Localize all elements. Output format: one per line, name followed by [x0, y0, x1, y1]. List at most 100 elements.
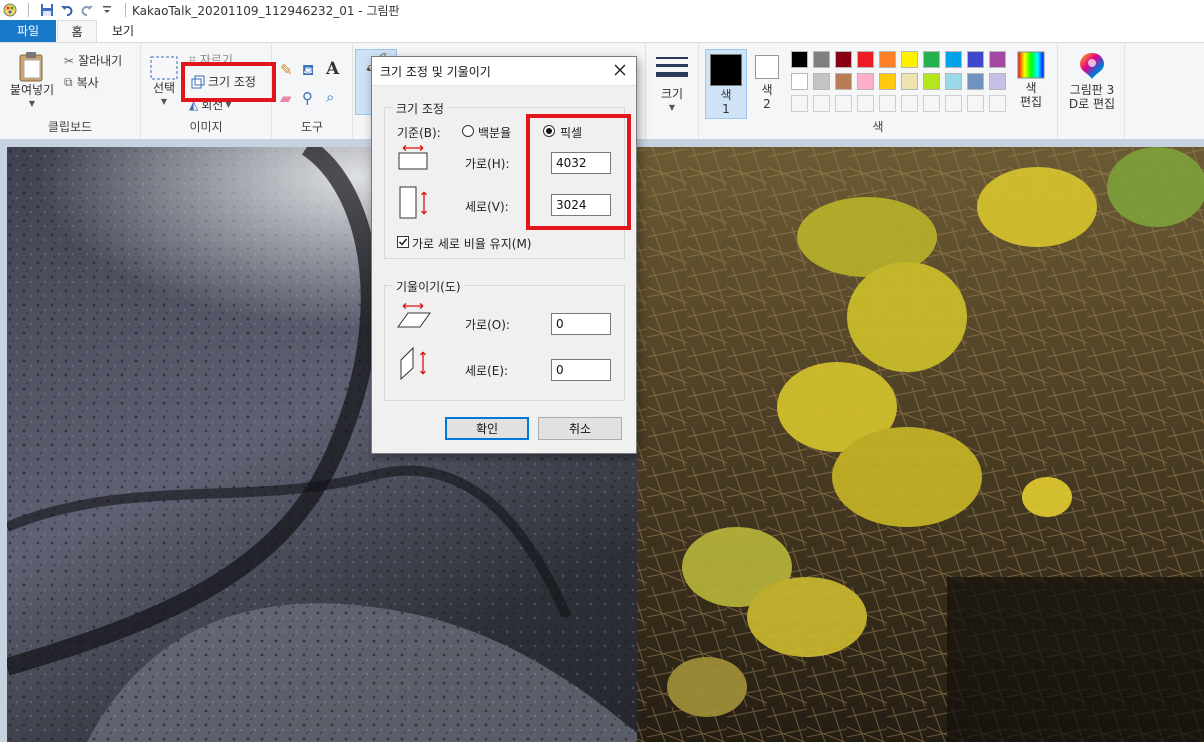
separator [125, 3, 126, 17]
resize-highlight-box [181, 62, 276, 102]
custom-color-slot[interactable] [835, 95, 852, 112]
skew-legend: 기울이기(도) [393, 278, 464, 295]
undo-icon[interactable] [59, 2, 75, 18]
paint-app-icon [2, 2, 18, 18]
ok-button[interactable]: 확인 [445, 417, 529, 440]
paste-icon [19, 52, 43, 82]
color-swatch[interactable] [989, 51, 1006, 68]
edit-colors-button[interactable]: 색 편집 [1011, 51, 1051, 109]
color2-button[interactable]: 색 2 [751, 51, 783, 111]
color-swatch[interactable] [923, 73, 940, 90]
customize-toolbar-icon[interactable] [99, 2, 115, 18]
custom-color-slot[interactable] [989, 95, 1006, 112]
magnifier-icon[interactable]: ⌕ [326, 88, 334, 106]
color-swatch[interactable] [813, 51, 830, 68]
custom-color-slot[interactable] [791, 95, 808, 112]
color2-label: 색 2 [761, 83, 773, 111]
quick-access-toolbar [0, 2, 132, 18]
color-swatch[interactable] [945, 73, 962, 90]
resize-legend: 크기 조정 [393, 100, 447, 117]
color1-button[interactable]: 색 1 [705, 49, 747, 119]
skew-vertical-input[interactable] [551, 359, 611, 381]
vertical-skew-icon [400, 346, 426, 380]
custom-color-slot[interactable] [813, 95, 830, 112]
keep-ratio-checkbox[interactable] [397, 236, 409, 248]
color-swatch[interactable] [989, 73, 1006, 90]
paint3d-icon [1080, 53, 1104, 79]
custom-color-slot[interactable] [967, 95, 984, 112]
text-tool-icon[interactable]: A [326, 59, 339, 79]
custom-color-slot[interactable] [901, 95, 918, 112]
paint3d-group: 그림판 3 D로 편집 [1058, 43, 1125, 139]
color1-label: 색 1 [720, 88, 732, 116]
color2-swatch [755, 55, 779, 79]
save-icon[interactable] [39, 2, 55, 18]
select-button[interactable]: 선택 ▼ [147, 55, 181, 109]
image-group-label: 이미지 [189, 120, 223, 134]
clipboard-group-label: 클립보드 [47, 120, 93, 134]
dialog-title-bar: 크기 조정 및 기울이기 [372, 57, 636, 86]
color-swatch[interactable] [857, 73, 874, 90]
keep-ratio-label[interactable]: 가로 세로 비율 유지(M) [412, 235, 531, 252]
copy-icon: ⧉ [64, 75, 73, 89]
custom-color-slot[interactable] [879, 95, 896, 112]
color-swatch[interactable] [791, 51, 808, 68]
color-picker-icon[interactable]: ⚲ [302, 89, 313, 107]
vertical-resize-icon [399, 186, 427, 219]
skew-horizontal-label: 가로(O): [465, 318, 510, 332]
color-swatch[interactable] [945, 51, 962, 68]
color-swatch[interactable] [901, 51, 918, 68]
paste-label: 붙여넣기 [9, 83, 55, 97]
line-width-icon [656, 57, 688, 77]
color-swatch[interactable] [835, 73, 852, 90]
skew-fieldset: 기울이기(도) 가로(O): 세로(E): [384, 278, 625, 401]
color-swatch[interactable] [879, 51, 896, 68]
title-bar: KakaoTalk_20201109_112946232_01 - 그림판 [0, 0, 1204, 20]
redo-icon[interactable] [79, 2, 95, 18]
select-icon [150, 56, 178, 80]
custom-color-slot[interactable] [923, 95, 940, 112]
clipboard-group: 붙여넣기 ▼ ✂ 잘라내기 ⧉ 복사 클립보드 [0, 43, 141, 139]
copy-button[interactable]: ⧉ 복사 [64, 74, 99, 91]
skew-horizontal-input[interactable] [551, 313, 611, 335]
color-swatch[interactable] [923, 51, 940, 68]
close-icon[interactable] [610, 60, 630, 80]
color-swatch[interactable] [901, 73, 918, 90]
colors-group: 색 1 색 2 색 편집 색 [699, 43, 1058, 139]
custom-color-slot[interactable] [945, 95, 962, 112]
checkmark-icon [399, 238, 408, 246]
color-swatch[interactable] [967, 51, 984, 68]
horizontal-label: 가로(H): [465, 157, 510, 171]
custom-color-slot[interactable] [857, 95, 874, 112]
color-swatch[interactable] [791, 73, 808, 90]
colors-group-label: 색 [872, 120, 884, 134]
scissors-icon: ✂ [64, 53, 75, 68]
cut-button[interactable]: ✂ 잘라내기 [64, 52, 122, 69]
tools-group: ✎ ⛾ A ▰ ⚲ ⌕ 도구 [272, 43, 353, 139]
cancel-button[interactable]: 취소 [538, 417, 622, 440]
paste-button[interactable]: 붙여넣기 ▼ [6, 51, 58, 111]
pencil-icon[interactable]: ✎ [280, 61, 293, 79]
percent-label[interactable]: 백분율 [478, 124, 511, 141]
fill-bucket-icon[interactable]: ⛾ [302, 61, 314, 81]
tab-home[interactable]: 홈 [57, 20, 97, 43]
window-title: KakaoTalk_20201109_112946232_01 - 그림판 [132, 3, 400, 18]
tab-view[interactable]: 보기 [103, 20, 143, 42]
color1-swatch [710, 54, 742, 86]
pixels-highlight-box [526, 114, 631, 230]
size-group: 크기 ▼ [646, 43, 699, 139]
size-button[interactable]: 크기 ▼ [654, 55, 690, 115]
color-swatch[interactable] [813, 73, 830, 90]
edit-with-paint3d-button[interactable]: 그림판 3 D로 편집 [1062, 51, 1122, 111]
color-swatch[interactable] [857, 51, 874, 68]
vertical-label: 세로(V): [465, 200, 509, 214]
color-swatch[interactable] [879, 73, 896, 90]
color-swatch[interactable] [967, 73, 984, 90]
color-swatch[interactable] [835, 51, 852, 68]
size-label: 크기 [660, 87, 684, 101]
select-label: 선택 [152, 81, 176, 95]
by-label: 기준(B): [397, 126, 441, 140]
percent-radio[interactable] [462, 125, 474, 137]
tab-file[interactable]: 파일 [0, 20, 56, 42]
eraser-icon[interactable]: ▰ [280, 89, 292, 107]
